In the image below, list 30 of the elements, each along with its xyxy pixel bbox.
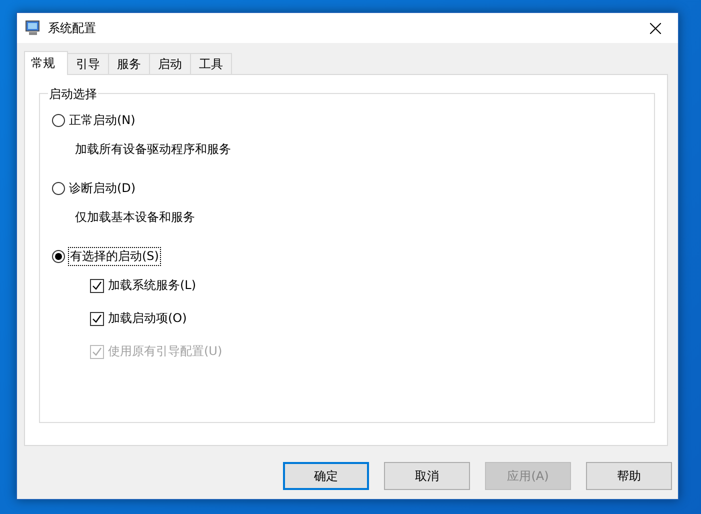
option-description: 加载所有设备驱动程序和服务 — [75, 141, 232, 158]
check-icon — [92, 280, 102, 290]
radio-label: 正常启动(N) — [69, 112, 136, 129]
group-title: 启动选择 — [48, 86, 98, 103]
monitor-icon — [25, 20, 41, 36]
check-icon — [92, 314, 102, 324]
radio-button[interactable] — [52, 250, 65, 263]
checkbox-label: 加载启动项(O) — [108, 310, 187, 327]
checkbox-option[interactable]: 加载系统服务(L) — [90, 277, 654, 294]
checkbox[interactable] — [90, 312, 104, 326]
window-title: 系统配置 — [48, 20, 97, 36]
check-icon — [92, 346, 102, 356]
radio-label: 有选择的启动(S) — [69, 248, 160, 265]
checkbox-label: 使用原有引导配置(U) — [108, 343, 222, 360]
radio-button[interactable] — [52, 182, 65, 195]
radio-option[interactable]: 诊断启动(D) — [52, 180, 654, 197]
dialog-button[interactable]: 帮助 — [586, 462, 672, 490]
checkbox-label: 加载系统服务(L) — [108, 277, 196, 294]
checkbox-option[interactable]: 加载启动项(O) — [90, 310, 654, 327]
radio-option[interactable]: 有选择的启动(S) — [52, 248, 654, 265]
radio-option[interactable]: 正常启动(N) — [52, 112, 654, 129]
radio-button[interactable] — [52, 114, 65, 127]
dialog-button[interactable]: 确定 — [283, 462, 369, 490]
radio-label: 诊断启动(D) — [69, 180, 136, 197]
tab[interactable]: 常规 — [24, 51, 68, 75]
option-description: 仅加载基本设备和服务 — [75, 209, 196, 226]
checkbox[interactable] — [90, 278, 104, 292]
dialog-button[interactable]: 取消 — [384, 462, 470, 490]
close-icon — [650, 22, 660, 34]
tab[interactable]: 工具 — [190, 53, 232, 74]
